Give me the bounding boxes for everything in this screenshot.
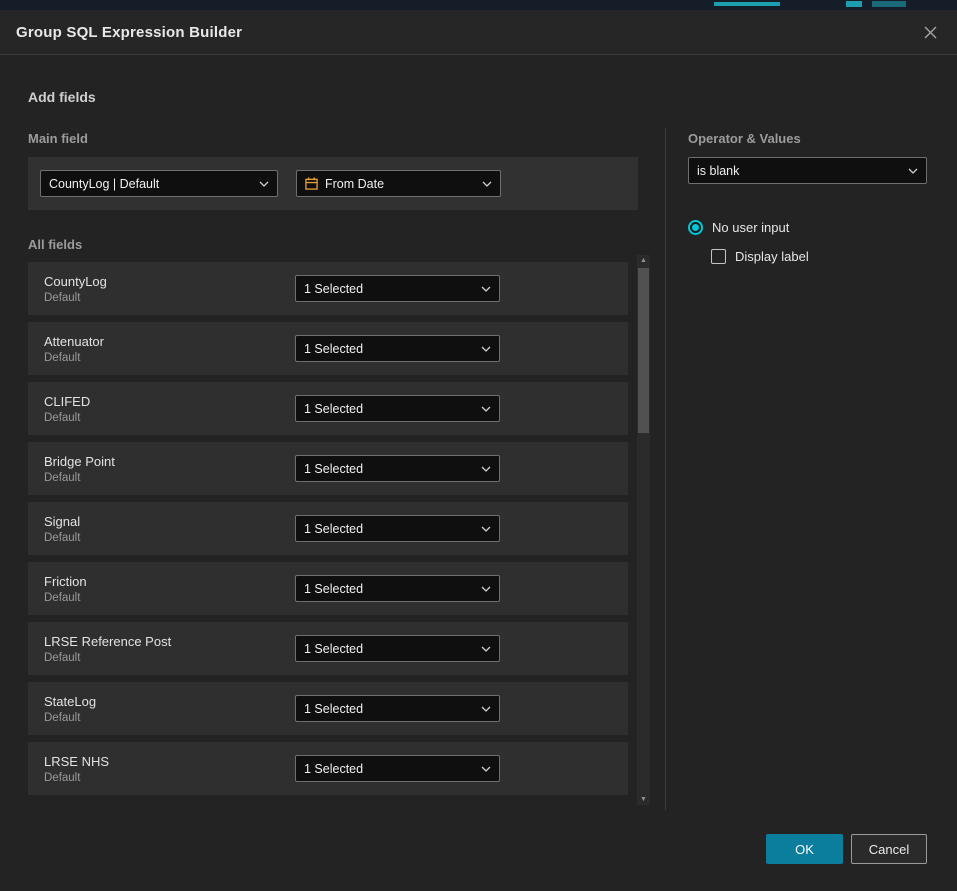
- main-field-label: Main field: [28, 131, 88, 146]
- background-app-fragment: [872, 1, 906, 7]
- field-selection-value: 1 Selected: [304, 342, 474, 356]
- field-row: Signal Default 1 Selected: [28, 502, 628, 555]
- chevron-down-icon: [259, 181, 269, 187]
- operator-values-label: Operator & Values: [688, 131, 801, 146]
- background-app-fragment: [714, 2, 780, 6]
- chevron-down-icon: [481, 286, 491, 292]
- no-user-input-label: No user input: [712, 220, 789, 235]
- main-field-panel: CountyLog | Default From Date: [28, 157, 638, 210]
- field-selection-value: 1 Selected: [304, 762, 474, 776]
- no-user-input-radio[interactable]: No user input: [688, 220, 789, 235]
- field-selection-value: 1 Selected: [304, 462, 474, 476]
- field-row: Attenuator Default 1 Selected: [28, 322, 628, 375]
- page: Group SQL Expression Builder Add fields …: [0, 0, 957, 891]
- operator-dropdown[interactable]: is blank: [688, 157, 927, 184]
- ok-button[interactable]: OK: [766, 834, 843, 864]
- chevron-down-icon: [481, 346, 491, 352]
- chevron-down-icon: [481, 586, 491, 592]
- close-button[interactable]: [919, 21, 941, 43]
- field-selection-dropdown[interactable]: 1 Selected: [295, 755, 500, 782]
- main-field-date-value: From Date: [325, 177, 475, 191]
- field-selection-dropdown[interactable]: 1 Selected: [295, 335, 500, 362]
- dialog-title: Group SQL Expression Builder: [16, 24, 242, 41]
- field-row: Bridge Point Default 1 Selected: [28, 442, 628, 495]
- field-row: CLIFED Default 1 Selected: [28, 382, 628, 435]
- field-selection-value: 1 Selected: [304, 702, 474, 716]
- field-row: LRSE Reference Post Default 1 Selected: [28, 622, 628, 675]
- main-field-date-dropdown[interactable]: From Date: [296, 170, 501, 197]
- all-fields-label: All fields: [28, 237, 82, 252]
- calendar-icon: [305, 177, 318, 190]
- cancel-button[interactable]: Cancel: [851, 834, 927, 864]
- field-selection-dropdown[interactable]: 1 Selected: [295, 695, 500, 722]
- chevron-down-icon: [481, 766, 491, 772]
- fields-scrollbar[interactable]: ▲ ▼: [637, 255, 650, 805]
- all-fields-list: CountyLog Default 1 Selected Attenuator …: [28, 262, 628, 795]
- field-row: CountyLog Default 1 Selected: [28, 262, 628, 315]
- field-selection-dropdown[interactable]: 1 Selected: [295, 515, 500, 542]
- chevron-down-icon: [481, 646, 491, 652]
- display-label-text: Display label: [735, 249, 809, 264]
- field-row: StateLog Default 1 Selected: [28, 682, 628, 735]
- chevron-down-icon: [481, 706, 491, 712]
- field-selection-value: 1 Selected: [304, 522, 474, 536]
- dialog-header: Group SQL Expression Builder: [0, 10, 957, 55]
- display-label-checkbox[interactable]: Display label: [711, 249, 809, 264]
- chevron-down-icon: [481, 406, 491, 412]
- field-selection-value: 1 Selected: [304, 282, 474, 296]
- main-field-source-dropdown[interactable]: CountyLog | Default: [40, 170, 278, 197]
- chevron-down-icon: [481, 466, 491, 472]
- field-selection-value: 1 Selected: [304, 582, 474, 596]
- scrollbar-thumb[interactable]: [638, 268, 649, 433]
- close-icon: [923, 25, 938, 40]
- chevron-down-icon: [908, 168, 918, 174]
- operator-value: is blank: [697, 164, 901, 178]
- background-app-fragment: [846, 1, 862, 7]
- add-fields-heading: Add fields: [28, 89, 96, 105]
- field-row: Friction Default 1 Selected: [28, 562, 628, 615]
- column-divider: [665, 128, 666, 810]
- field-selection-dropdown[interactable]: 1 Selected: [295, 635, 500, 662]
- radio-selected-icon: [688, 220, 703, 235]
- sql-expression-builder-dialog: Group SQL Expression Builder Add fields …: [0, 10, 957, 891]
- main-field-source-value: CountyLog | Default: [49, 177, 252, 191]
- field-row: LRSE NHS Default 1 Selected: [28, 742, 628, 795]
- field-selection-dropdown[interactable]: 1 Selected: [295, 575, 500, 602]
- chevron-down-icon: [481, 526, 491, 532]
- checkbox-unchecked-icon: [711, 249, 726, 264]
- scroll-up-icon[interactable]: ▲: [637, 255, 650, 266]
- field-selection-value: 1 Selected: [304, 642, 474, 656]
- field-selection-dropdown[interactable]: 1 Selected: [295, 275, 500, 302]
- chevron-down-icon: [482, 181, 492, 187]
- field-selection-dropdown[interactable]: 1 Selected: [295, 455, 500, 482]
- scroll-down-icon[interactable]: ▼: [637, 794, 650, 805]
- field-selection-dropdown[interactable]: 1 Selected: [295, 395, 500, 422]
- field-selection-value: 1 Selected: [304, 402, 474, 416]
